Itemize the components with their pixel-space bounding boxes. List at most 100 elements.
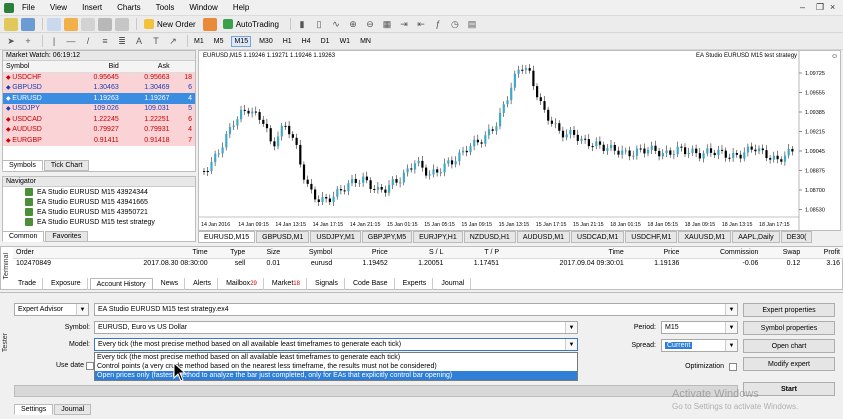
auto-scroll-icon[interactable]: ⇥	[397, 18, 411, 31]
tf-m15[interactable]: M15	[231, 35, 252, 47]
tab-settings[interactable]: Settings	[14, 403, 54, 415]
arrows-icon[interactable]: ↗	[166, 35, 180, 48]
restore-icon[interactable]: ❐	[816, 2, 824, 13]
chart-tab[interactable]: AAPL,Daily	[732, 231, 780, 243]
trendline-icon[interactable]: /	[81, 35, 95, 48]
market-watch-row-eurusd[interactable]: ◆ EURUSD 1.19263 1.19267 4	[3, 93, 195, 104]
chart-shift-icon[interactable]: ⇤	[414, 18, 428, 31]
tab-common[interactable]: Common	[2, 231, 45, 242]
chart-tab[interactable]: EURUSD,M15	[198, 231, 256, 243]
menu-help[interactable]: Help	[233, 3, 249, 12]
tf-w1[interactable]: W1	[338, 37, 353, 46]
chart-tab[interactable]: USDCAD,M1	[571, 231, 625, 243]
symbol-properties-button[interactable]: Symbol properties	[743, 321, 835, 335]
navigator-item[interactable]: EA Studio EURUSD M15 43941665	[3, 197, 195, 207]
terminal-col[interactable]: Order	[13, 247, 86, 259]
market-watch-row-usdjpy[interactable]: ◆ USDJPY 109.026 109.031 5	[3, 103, 195, 114]
terminal-col[interactable]: T / P	[446, 247, 503, 259]
terminal-tab[interactable]: Trade	[12, 278, 44, 290]
price-chart[interactable]: 1.09725 1.09555 1.09385 1.09215 1.09045 1.088…	[198, 50, 841, 231]
chart-tab[interactable]: EURJPY,H1	[413, 231, 463, 243]
navigator-item[interactable]: EA Studio EURUSD M15 43924344	[3, 187, 195, 197]
col-spread[interactable]	[172, 61, 195, 73]
data-window-icon[interactable]	[64, 17, 78, 31]
close-icon[interactable]: ×	[830, 2, 835, 12]
menu-insert[interactable]: Insert	[82, 3, 102, 12]
chart-tab[interactable]: GBPJPY,M5	[361, 231, 413, 243]
use-date-checkbox[interactable]	[86, 362, 94, 370]
market-watch-row-usdchf[interactable]: ◆ USDCHF 0.95645 0.95663 18	[3, 72, 195, 83]
period-select[interactable]: M15 ▼	[661, 321, 738, 334]
vertical-line-icon[interactable]: |	[47, 35, 61, 48]
chart-tab[interactable]: AUDUSD,M1	[516, 231, 571, 243]
terminal-tab[interactable]: Journal	[435, 278, 472, 290]
model-option[interactable]: Control points (a very crude method base…	[95, 362, 577, 371]
terminal-col[interactable]: Symbol	[283, 247, 336, 259]
terminal-tab[interactable]: Code Base	[347, 278, 395, 290]
fibonacci-icon[interactable]: ≣	[115, 35, 129, 48]
model-select[interactable]: Every tick (the most precise method base…	[94, 338, 578, 351]
menu-tools[interactable]: Tools	[156, 3, 175, 12]
terminal-col[interactable]: Swap	[761, 247, 804, 259]
templates-icon[interactable]: ▤	[465, 18, 479, 31]
text-icon[interactable]: A	[132, 35, 146, 48]
cursor-icon[interactable]: ➤	[4, 35, 18, 48]
tf-m30[interactable]: M30	[257, 37, 275, 46]
modify-expert-button[interactable]: Modify expert	[743, 357, 835, 371]
terminal-col[interactable]: Price	[335, 247, 391, 259]
terminal-col[interactable]: Size	[248, 247, 284, 259]
terminal-tab[interactable]: Alerts	[187, 278, 219, 290]
horizontal-line-icon[interactable]: —	[64, 35, 78, 48]
bar-chart-icon[interactable]: ▮	[295, 18, 309, 31]
zoom-out-icon[interactable]: ⊖	[363, 18, 377, 31]
channel-icon[interactable]: ≡	[98, 35, 112, 48]
chart-tab[interactable]: XAUUSD,M1	[678, 231, 732, 243]
chart-tab[interactable]: USDCHF,M1	[625, 231, 678, 243]
expert-properties-button[interactable]: Expert properties	[743, 303, 835, 317]
tester-icon[interactable]	[115, 17, 129, 31]
new-order-button[interactable]: New Order	[141, 17, 199, 31]
terminal-tab[interactable]: Experts	[397, 278, 434, 290]
line-chart-icon[interactable]: ∿	[329, 18, 343, 31]
chart-tab[interactable]: USDJPY,M1	[310, 231, 361, 243]
chart-tab[interactable]: NZDUSD,H1	[463, 231, 516, 243]
col-ask[interactable]: Ask	[121, 61, 173, 73]
terminal-tab[interactable]: Signals	[309, 278, 345, 290]
terminal-col[interactable]: Price	[626, 247, 683, 259]
navigator-item[interactable]: EA Studio EURUSD M15 43950721	[3, 207, 195, 217]
chart-tab[interactable]: DE30(	[780, 231, 813, 243]
menu-window[interactable]: Window	[189, 3, 217, 12]
tab-favorites[interactable]: Favorites	[45, 231, 89, 242]
market-watch-row-eurgbp[interactable]: ◆ EURGBP 0.91411 0.91418 7	[3, 135, 195, 146]
new-chart-icon[interactable]	[4, 17, 18, 31]
zoom-in-icon[interactable]: ⊕	[346, 18, 360, 31]
tab-journal[interactable]: Journal	[54, 403, 92, 415]
menu-charts[interactable]: Charts	[117, 3, 141, 12]
terminal-col[interactable]: Profit	[803, 247, 843, 259]
model-dropdown-list[interactable]: Every tick (the most precise method base…	[94, 352, 578, 381]
terminal-col[interactable]: Type	[210, 247, 249, 259]
symbol-select[interactable]: EURUSD, Euro vs US Dollar ▼	[94, 321, 578, 334]
terminal-col[interactable]: Commission	[682, 247, 762, 259]
tf-d1[interactable]: D1	[319, 37, 332, 46]
tab-tick-chart[interactable]: Tick Chart	[43, 160, 90, 171]
terminal-col[interactable]: Time	[502, 247, 627, 259]
navigator-item[interactable]: EA Studio EURUSD M15 test strategy	[3, 217, 195, 227]
label-icon[interactable]: T	[149, 35, 163, 48]
market-watch-row-usdcad[interactable]: ◆ USDCAD 1.22245 1.22251 6	[3, 114, 195, 125]
periods-icon[interactable]: ◷	[448, 18, 462, 31]
menu-view[interactable]: View	[50, 3, 67, 12]
autotrading-button[interactable]: AutoTrading	[220, 17, 282, 31]
terminal-col[interactable]: Time	[85, 247, 211, 259]
tf-mn[interactable]: MN	[358, 37, 373, 46]
crosshair-icon[interactable]: +	[21, 35, 35, 48]
spread-select[interactable]: Current ▼	[661, 339, 738, 352]
tf-h4[interactable]: H4	[300, 37, 313, 46]
tf-m1[interactable]: M1	[192, 37, 206, 46]
profiles-icon[interactable]	[21, 17, 35, 31]
terminal-col[interactable]: S / L	[390, 247, 447, 259]
model-option[interactable]: Every tick (the most precise method base…	[95, 353, 577, 362]
col-symbol[interactable]: Symbol	[3, 61, 71, 73]
market-watch-row-audusd[interactable]: ◆ AUDUSD 0.79927 0.79931 4	[3, 124, 195, 135]
col-bid[interactable]: Bid	[70, 61, 122, 73]
